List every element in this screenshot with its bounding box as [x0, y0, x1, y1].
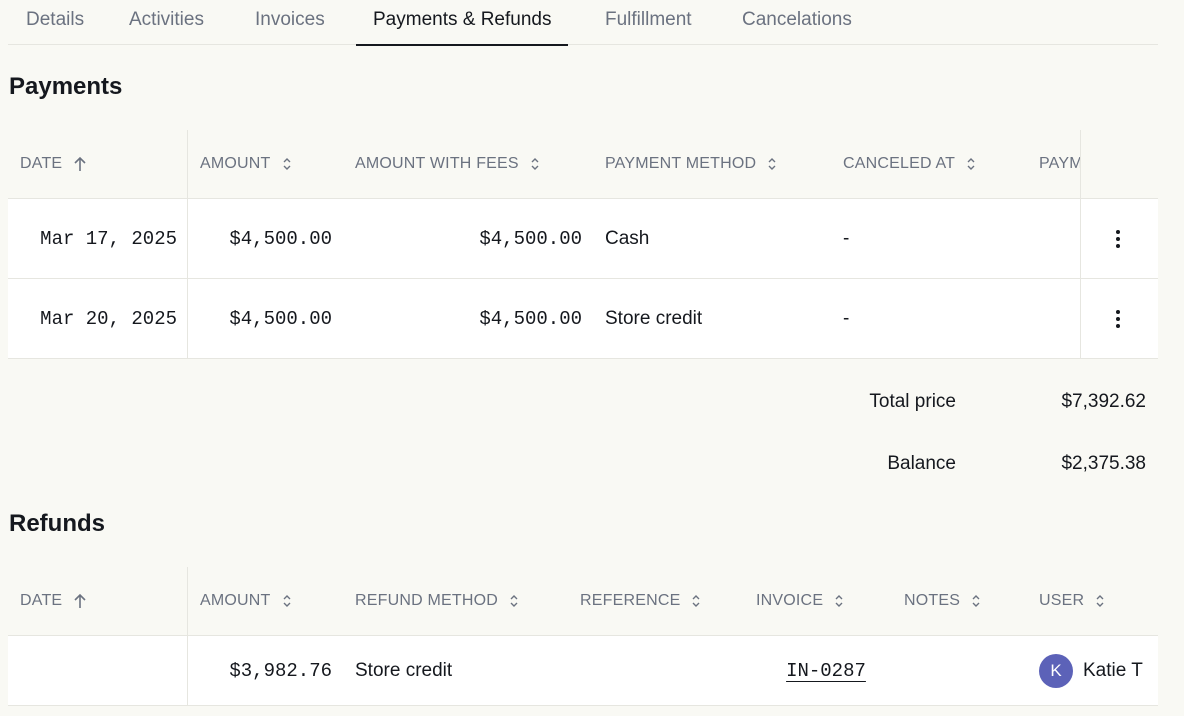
col-label: AMOUNT WITH FEES [355, 155, 519, 172]
tab-bar: Details Activities Invoices Payments & R… [8, 0, 1158, 46]
sort-updown-icon [281, 156, 293, 172]
col-label: AMOUNT [200, 592, 271, 609]
payment-method: Store credit [605, 307, 703, 329]
col-label: REFERENCE [580, 592, 681, 609]
sort-updown-icon [965, 156, 977, 172]
refunds-col-reference[interactable]: REFERENCE [580, 567, 750, 635]
tab-details[interactable]: Details [26, 0, 84, 45]
balance-label: Balance [887, 453, 956, 474]
more-vertical-icon[interactable] [1098, 299, 1138, 339]
sort-updown-icon [508, 593, 520, 609]
payment-date: Mar 17, 2025 [40, 227, 177, 250]
payments-col-canceled-at[interactable]: CANCELED AT [843, 130, 1033, 198]
more-vertical-icon[interactable] [1098, 219, 1138, 259]
table-row: $3,982.76 Store credit IN-0287 K Katie T [8, 636, 1158, 706]
col-label: PAYM [1039, 155, 1081, 172]
tab-cancelations[interactable]: Cancelations [742, 0, 852, 45]
refund-reference [580, 636, 750, 705]
sort-updown-icon [690, 593, 702, 609]
table-row: Mar 20, 2025 $4,500.00 $4,500.00 Store c… [8, 279, 1158, 359]
sort-updown-icon [529, 156, 541, 172]
table-row: Mar 17, 2025 $4,500.00 $4,500.00 Cash - [8, 199, 1158, 279]
payments-header-row: DATE AMOUNT AMOUNT WITH FEES PAYMENT MET… [8, 130, 1158, 199]
refunds-header-row: DATE AMOUNT REFUND METHOD REFERENCE INVO… [8, 567, 1158, 636]
sort-updown-icon [970, 593, 982, 609]
column-divider [1080, 130, 1081, 359]
refunds-table: DATE AMOUNT REFUND METHOD REFERENCE INVO… [8, 567, 1158, 706]
sort-up-arrow-icon [72, 155, 88, 173]
refund-invoice-cell: IN-0287 [756, 636, 896, 705]
payments-heading: Payments [9, 73, 123, 100]
total-price-label: Total price [869, 391, 956, 412]
col-label: REFUND METHOD [355, 592, 499, 609]
avatar: K [1039, 653, 1073, 688]
sort-updown-icon [766, 156, 778, 172]
sort-updown-icon [833, 593, 845, 609]
payment-canceled-at: - [843, 307, 850, 329]
refunds-col-date[interactable]: DATE [20, 567, 190, 635]
col-label: INVOICE [756, 592, 824, 609]
payments-col-date[interactable]: DATE [20, 130, 190, 198]
col-label: CANCELED AT [843, 155, 956, 172]
sort-updown-icon [281, 593, 293, 609]
refund-notes [904, 636, 1034, 705]
col-label: AMOUNT [200, 155, 271, 172]
refunds-col-amount[interactable]: AMOUNT [200, 567, 350, 635]
user-name: Katie T [1083, 659, 1143, 681]
row-actions [1098, 279, 1138, 358]
tab-payments-refunds[interactable]: Payments & Refunds [355, 0, 570, 46]
total-price-value: $7,392.62 [1061, 391, 1146, 412]
refunds-col-invoice[interactable]: INVOICE [756, 567, 896, 635]
refund-user: K Katie T [1039, 636, 1158, 705]
payment-amount: $4,500.00 [229, 227, 332, 250]
balance-value: $2,375.38 [1061, 453, 1146, 474]
refunds-col-refund-method[interactable]: REFUND METHOD [355, 567, 575, 635]
column-divider [187, 567, 188, 706]
refunds-heading: Refunds [9, 510, 105, 537]
refunds-col-notes[interactable]: NOTES [904, 567, 1034, 635]
invoice-link[interactable]: IN-0287 [786, 660, 866, 682]
refund-date [20, 636, 177, 705]
tab-fulfillment[interactable]: Fulfillment [605, 0, 692, 45]
payments-col-amount-with-fees[interactable]: AMOUNT WITH FEES [355, 130, 595, 198]
row-actions [1098, 199, 1138, 278]
col-label: NOTES [904, 592, 961, 609]
col-label: DATE [20, 155, 63, 172]
payment-amount-with-fees: $4,500.00 [479, 227, 582, 250]
payments-col-amount[interactable]: AMOUNT [200, 130, 350, 198]
refund-amount: $3,982.76 [229, 659, 332, 682]
column-divider [187, 130, 188, 359]
refunds-col-user[interactable]: USER [1039, 567, 1154, 635]
tab-invoices[interactable]: Invoices [255, 0, 325, 45]
payments-col-payment-truncated[interactable]: PAYM [1039, 130, 1081, 198]
sort-updown-icon [1094, 593, 1106, 609]
payments-col-payment-method[interactable]: PAYMENT METHOD [605, 130, 835, 198]
payment-amount-with-fees: $4,500.00 [479, 307, 582, 330]
payments-table: DATE AMOUNT AMOUNT WITH FEES PAYMENT MET… [8, 130, 1158, 359]
col-label: PAYMENT METHOD [605, 155, 757, 172]
tab-activities[interactable]: Activities [129, 0, 204, 45]
col-label: DATE [20, 592, 63, 609]
payment-method: Cash [605, 227, 650, 249]
payment-canceled-at: - [843, 227, 850, 249]
sort-up-arrow-icon [72, 592, 88, 610]
payment-date: Mar 20, 2025 [40, 307, 177, 330]
refund-method: Store credit [355, 659, 453, 681]
payment-amount: $4,500.00 [229, 307, 332, 330]
col-label: USER [1039, 592, 1085, 609]
